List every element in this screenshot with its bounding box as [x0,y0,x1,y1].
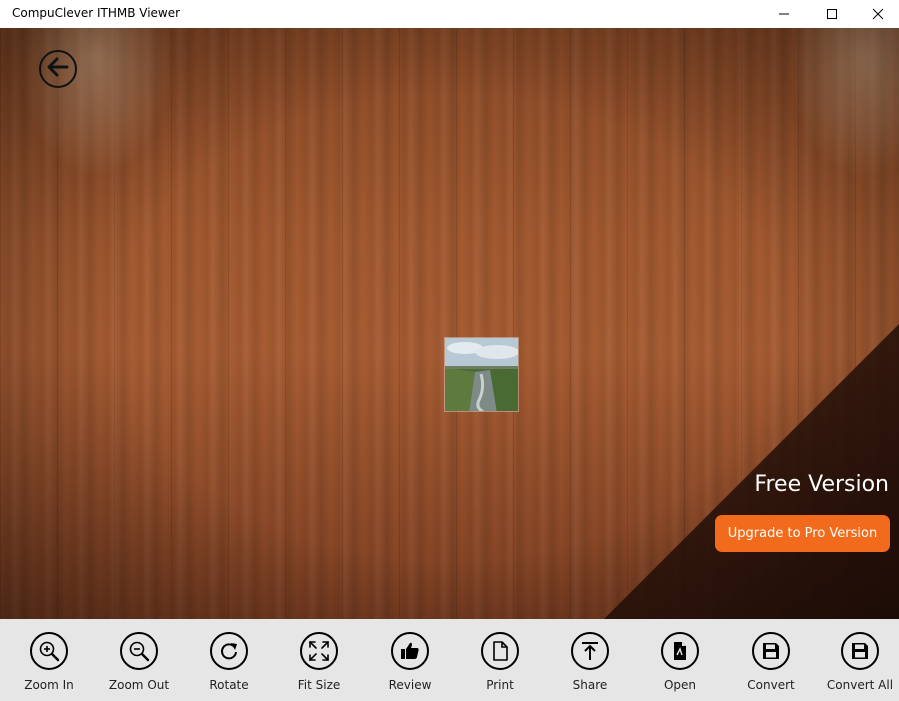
title-bar: CompuClever ITHMB Viewer [0,0,899,28]
minimize-icon [778,8,790,20]
image-stage: Free Version Upgrade to Pro Version [0,28,899,619]
close-button[interactable] [855,0,899,28]
zoom-in-button[interactable]: Zoom In [4,619,94,701]
free-version-label: Free Version [754,472,889,497]
landscape-photo [445,338,518,411]
save-all-icon [841,632,879,670]
fit-size-button[interactable]: Fit Size [274,619,364,701]
rotate-button[interactable]: Rotate [184,619,274,701]
upgrade-button[interactable]: Upgrade to Pro Version [715,515,890,552]
open-label: Open [663,678,697,692]
zoom-in-label: Zoom In [24,678,74,692]
bottom-toolbar: Zoom In Zoom Out Rotate Fit Size Review … [0,619,899,701]
back-button[interactable] [39,50,77,88]
page-icon [481,632,519,670]
maximize-icon [826,8,838,20]
print-button[interactable]: Print [455,619,545,701]
share-icon [571,632,609,670]
save-icon [752,632,790,670]
convert-all-button[interactable]: Convert All [815,619,899,701]
minimize-button[interactable] [761,0,807,28]
convert-label: Convert [747,678,795,692]
zoom-out-label: Zoom Out [108,678,170,692]
open-file-icon [661,632,699,670]
open-button[interactable]: Open [635,619,725,701]
rotate-icon [210,632,248,670]
photo-thumbnail[interactable] [444,337,519,412]
print-label: Print [486,678,514,692]
thumbs-up-icon [391,632,429,670]
convert-all-label: Convert All [826,678,894,692]
zoom-out-button[interactable]: Zoom Out [94,619,184,701]
convert-button[interactable]: Convert [726,619,816,701]
window-title: CompuClever ITHMB Viewer [12,6,181,20]
fit-size-icon [300,632,338,670]
arrow-left-icon [46,56,70,83]
share-label: Share [572,678,608,692]
review-button[interactable]: Review [365,619,455,701]
close-icon [872,8,884,20]
rotate-label: Rotate [209,678,249,692]
review-label: Review [388,678,432,692]
fit-size-label: Fit Size [297,678,341,692]
zoom-in-icon [30,632,68,670]
zoom-out-icon [120,632,158,670]
maximize-button[interactable] [809,0,855,28]
share-button[interactable]: Share [545,619,635,701]
